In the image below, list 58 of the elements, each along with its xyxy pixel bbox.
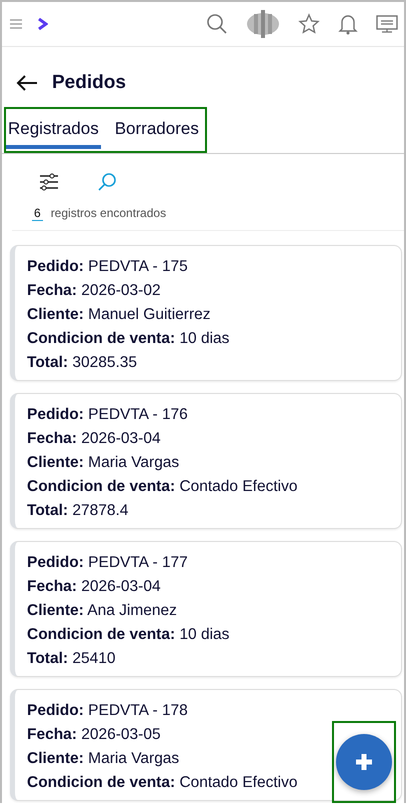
field-label: Total: [27,502,68,519]
result-count: 6 [32,206,43,221]
field-label: Fecha: [27,578,77,595]
field-value: 2026-03-05 [81,726,161,743]
field-value: PEDVTA - 178 [88,702,188,719]
field-label: Fecha: [27,282,77,299]
field-value: Contado Efectivo [179,774,298,791]
field-label: Condicion de venta: [27,330,176,347]
sliders-icon[interactable] [39,173,59,191]
monitor-icon[interactable] [376,13,398,35]
striped-orb-icon[interactable] [246,7,280,41]
field-label: Pedido: [27,702,84,719]
menu-icon[interactable] [10,19,22,29]
plus-icon [354,752,374,772]
field-value: 10 dias [179,626,230,643]
field-value: 2026-03-04 [81,578,161,595]
field-label: Cliente: [27,602,84,619]
field-label: Pedido: [27,258,84,275]
order-card[interactable]: Pedido: PEDVTA - 177 Fecha: 2026-03-04 Cliente: Ana Jimenez Condicion de venta: 10 dias Total: 25410 [10,541,402,677]
tab[interactable]: Registrados [6,115,101,149]
back-arrow-icon[interactable] [16,74,38,92]
star-icon[interactable] [298,13,320,35]
field-label: Pedido: [27,554,84,571]
field-label: Total: [27,354,68,371]
bell-icon[interactable] [338,13,358,35]
field-value: PEDVTA - 175 [88,258,188,275]
field-value: 25410 [72,650,116,667]
field-value: Ana Jimenez [87,602,177,619]
order-card[interactable]: Pedido: PEDVTA - 176 Fecha: 2026-03-04 Cliente: Maria Vargas Condicion de venta: Contado Efectivo Total: 27878.4 [10,393,402,529]
field-label: Cliente: [27,306,84,323]
search-icon[interactable] [97,172,117,192]
field-value: PEDVTA - 177 [88,554,188,571]
tab[interactable]: Borradores [112,115,201,149]
field-label: Fecha: [27,726,77,743]
order-card[interactable]: Pedido: PEDVTA - 175 Fecha: 2026-03-02 Cliente: Manuel Guitierrez Condicion de venta: 10 dias Total: 30285.35 [10,245,402,381]
field-label: Condicion de venta: [27,626,176,643]
field-label: Cliente: [27,454,84,471]
field-value: 27878.4 [72,502,128,519]
field-value: 30285.35 [72,354,138,371]
field-value: 2026-03-04 [81,430,161,447]
field-value: Maria Vargas [88,750,180,767]
field-value: Maria Vargas [88,454,180,471]
field-label: Pedido: [27,406,84,423]
field-value: 2026-03-02 [81,282,161,299]
field-value: Manuel Guitierrez [88,306,210,323]
field-label: Fecha: [27,430,77,447]
chevron-logo-icon[interactable] [38,18,48,30]
add-button[interactable] [336,734,392,790]
field-value: Contado Efectivo [179,478,298,495]
search-icon[interactable] [206,13,228,35]
result-label: registros encontrados [50,206,166,221]
field-label: Total: [27,650,68,667]
field-value: PEDVTA - 176 [88,406,188,423]
field-value: 10 dias [179,330,230,347]
field-label: Condicion de venta: [27,774,176,791]
page-title: Pedidos [52,72,126,94]
field-label: Cliente: [27,750,84,767]
field-label: Condicion de venta: [27,478,176,495]
